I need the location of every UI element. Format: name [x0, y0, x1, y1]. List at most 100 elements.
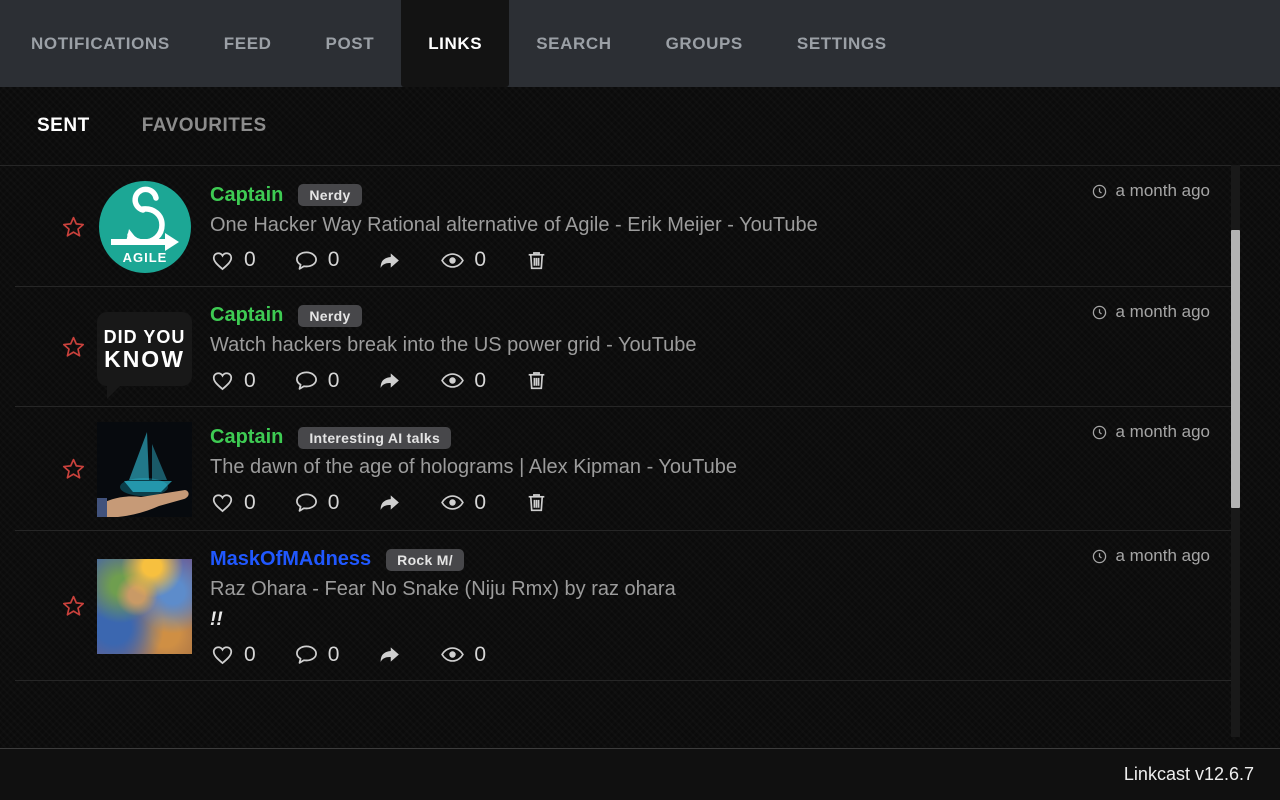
- comment-button[interactable]: 0: [294, 248, 340, 273]
- post-tag-badge[interactable]: Rock M/: [386, 548, 464, 571]
- scrollbar-thumb[interactable]: [1231, 230, 1240, 508]
- share-icon: [381, 647, 400, 662]
- views-indicator[interactable]: 0: [440, 368, 486, 393]
- post-item: AGILE Captain Nerdy One Hacker Way Ratio…: [15, 166, 1240, 287]
- app-version-label: Linkcast v12.6.7: [1123, 764, 1254, 784]
- like-button[interactable]: 0: [210, 368, 256, 393]
- post-thumbnail-hologram[interactable]: [97, 422, 192, 517]
- like-button[interactable]: 0: [210, 490, 256, 515]
- like-button[interactable]: 0: [210, 248, 256, 273]
- post-username[interactable]: Captain: [210, 426, 283, 449]
- trash-icon: [528, 251, 545, 269]
- favourite-star-icon[interactable]: [60, 593, 87, 620]
- heart-icon: [212, 372, 233, 391]
- eye-icon: [441, 647, 465, 662]
- views-count: 0: [474, 642, 487, 666]
- delete-button[interactable]: [524, 490, 549, 515]
- like-button[interactable]: 0: [210, 642, 256, 667]
- share-button[interactable]: [377, 368, 402, 393]
- scrollbar-track[interactable]: [1231, 165, 1240, 737]
- post-timestamp: a month ago: [1091, 181, 1210, 201]
- share-button[interactable]: [377, 490, 402, 515]
- post-tag-badge[interactable]: Nerdy: [298, 304, 362, 327]
- footer-bar: Linkcast v12.6.7: [0, 748, 1280, 800]
- tab-feed[interactable]: FEED: [197, 0, 299, 87]
- comment-count: 0: [327, 490, 340, 514]
- post-item: MaskOfMAdness Rock M/ Raz Ohara - Fear N…: [15, 531, 1240, 681]
- post-item: Captain Interesting AI talks The dawn of…: [15, 407, 1240, 531]
- like-count: 0: [244, 642, 256, 666]
- share-icon: [381, 373, 400, 388]
- trash-icon: [528, 494, 545, 512]
- favourite-star-icon[interactable]: [60, 214, 87, 241]
- heart-icon: [212, 494, 233, 513]
- post-title[interactable]: Watch hackers break into the US power gr…: [210, 334, 1240, 357]
- thumbnail-text: KNOW: [104, 345, 185, 372]
- comment-button[interactable]: 0: [294, 368, 340, 393]
- views-count: 0: [474, 490, 487, 514]
- subtab-favourites[interactable]: FAVOURITES: [142, 115, 267, 137]
- post-title[interactable]: Raz Ohara - Fear No Snake (Niju Rmx) by …: [210, 578, 1240, 601]
- comment-count: 0: [327, 368, 340, 392]
- post-thumbnail-did-you-know[interactable]: DID YOU KNOW: [97, 311, 192, 399]
- delete-button[interactable]: [524, 248, 549, 273]
- post-username[interactable]: Captain: [210, 304, 283, 327]
- comment-count: 0: [327, 248, 340, 271]
- subtab-sent[interactable]: SENT: [37, 115, 90, 137]
- tab-links[interactable]: LINKS: [401, 0, 510, 87]
- like-count: 0: [244, 368, 256, 392]
- like-count: 0: [244, 490, 256, 514]
- thumbnail-text: DID YOU: [103, 326, 186, 347]
- comment-icon: [295, 250, 317, 270]
- share-button[interactable]: [377, 642, 402, 667]
- comment-count: 0: [327, 642, 340, 666]
- views-count: 0: [474, 368, 487, 392]
- top-nav: NOTIFICATIONS FEED POST LINKS SEARCH GRO…: [0, 0, 1280, 87]
- post-timestamp: a month ago: [1091, 302, 1210, 322]
- post-title[interactable]: The dawn of the age of holograms | Alex …: [210, 456, 1240, 479]
- post-thumbnail-fantasy-art[interactable]: [97, 559, 192, 654]
- tab-settings[interactable]: SETTINGS: [770, 0, 914, 87]
- share-button[interactable]: [377, 248, 402, 273]
- tab-search[interactable]: SEARCH: [509, 0, 638, 87]
- links-subnav: SENT FAVOURITES: [0, 87, 1280, 165]
- delete-button[interactable]: [524, 368, 549, 393]
- share-icon: [381, 252, 400, 268]
- post-item: DID YOU KNOW Captain Nerdy Watch hackers…: [15, 287, 1240, 407]
- comment-icon: [295, 645, 317, 664]
- post-username[interactable]: Captain: [210, 184, 283, 207]
- post-tag-badge[interactable]: Nerdy: [298, 184, 362, 206]
- views-indicator[interactable]: 0: [440, 248, 486, 273]
- tab-notifications[interactable]: NOTIFICATIONS: [4, 0, 197, 87]
- favourite-star-icon[interactable]: [60, 456, 87, 483]
- post-timestamp: a month ago: [1091, 546, 1210, 566]
- trash-icon: [528, 372, 545, 390]
- post-username[interactable]: MaskOfMAdness: [210, 548, 371, 571]
- comment-button[interactable]: 0: [294, 642, 340, 667]
- tab-groups[interactable]: GROUPS: [639, 0, 770, 87]
- heart-icon: [212, 646, 233, 665]
- share-icon: [381, 495, 400, 510]
- post-thumbnail-agile-logo[interactable]: AGILE: [98, 181, 191, 273]
- eye-icon: [441, 495, 465, 510]
- clock-icon: [1093, 305, 1107, 319]
- sent-links-list: AGILE Captain Nerdy One Hacker Way Ratio…: [0, 165, 1280, 681]
- comment-icon: [295, 371, 317, 390]
- comment-icon: [295, 493, 317, 512]
- svg-text:AGILE: AGILE: [122, 250, 167, 265]
- heart-icon: [212, 251, 233, 270]
- clock-icon: [1093, 425, 1107, 439]
- favourite-star-icon[interactable]: [60, 334, 87, 361]
- eye-icon: [441, 252, 465, 268]
- post-timestamp: a month ago: [1091, 422, 1210, 442]
- post-tag-badge[interactable]: Interesting AI talks: [298, 426, 452, 449]
- post-title[interactable]: One Hacker Way Rational alternative of A…: [210, 214, 1240, 237]
- views-indicator[interactable]: 0: [440, 642, 486, 667]
- page-body: SENT FAVOURITES AGILE Captain Nerdy One …: [0, 87, 1280, 800]
- comment-button[interactable]: 0: [294, 490, 340, 515]
- eye-icon: [441, 373, 465, 388]
- clock-icon: [1093, 184, 1107, 198]
- clock-icon: [1093, 549, 1107, 563]
- tab-post[interactable]: POST: [299, 0, 402, 87]
- views-indicator[interactable]: 0: [440, 490, 486, 515]
